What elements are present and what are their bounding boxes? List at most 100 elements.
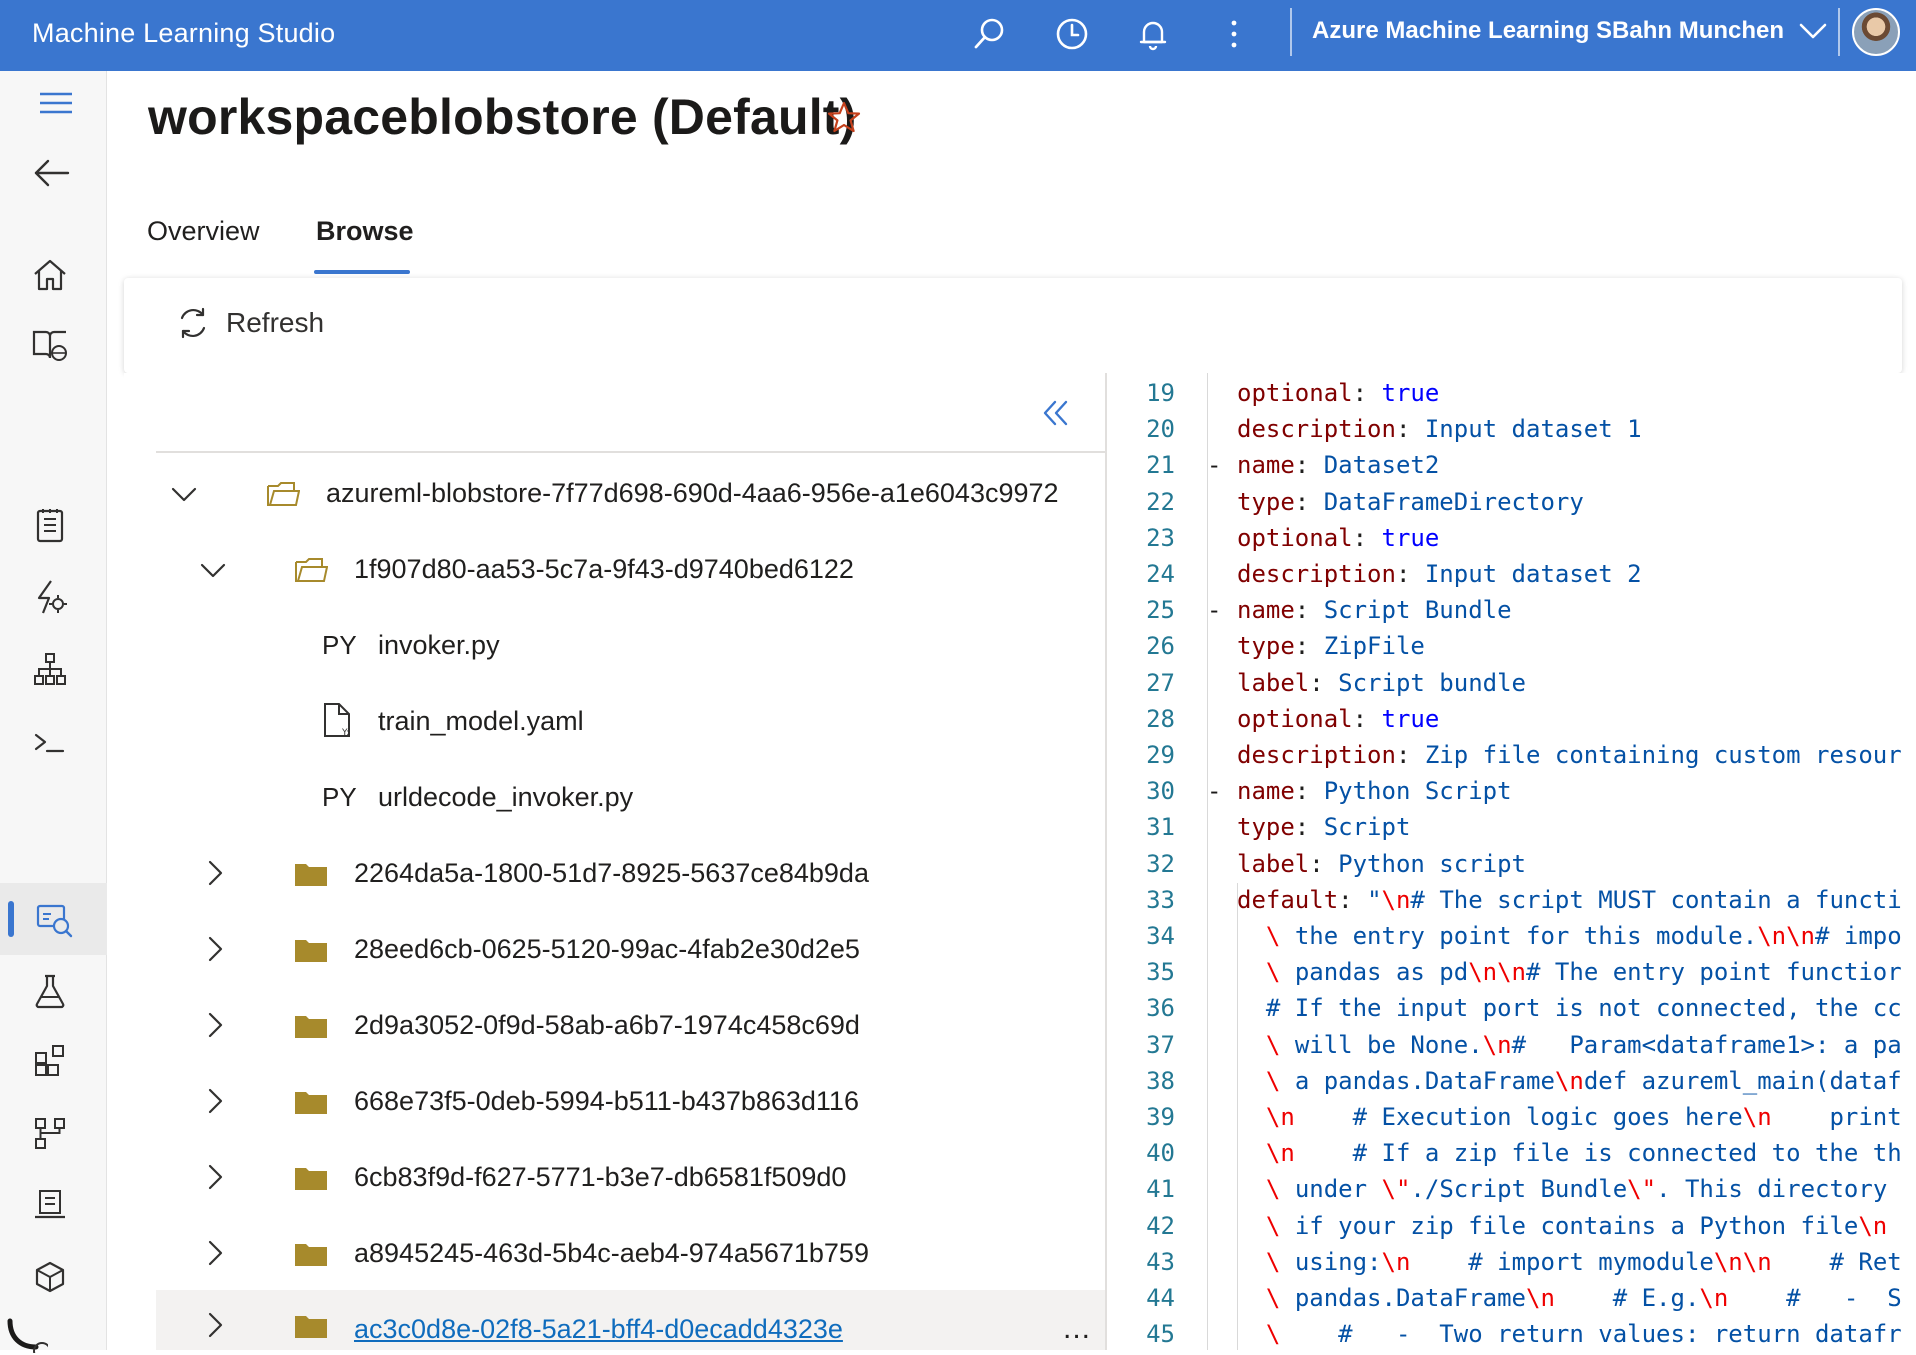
- back-arrow-icon[interactable]: [30, 151, 74, 195]
- tree-row[interactable]: ac3c0d8e-02f8-5a21-bff4-d0ecadd4323e ...: [156, 1290, 1105, 1350]
- code-line: 38 \ a pandas.DataFrame\ndef azureml_mai…: [1107, 1067, 1916, 1103]
- pipelines-icon[interactable]: [28, 1111, 72, 1155]
- tree-row[interactable]: a8945245-463d-5b4c-aeb4-974a5671b759: [156, 1216, 1105, 1292]
- chevron-right-icon[interactable]: [200, 1086, 230, 1116]
- line-number: 39: [1146, 1103, 1175, 1131]
- jobs-icon[interactable]: [28, 969, 72, 1013]
- tree-row[interactable]: azureml-blobstore-7f77d698-690d-4aa6-956…: [156, 456, 1105, 532]
- app-title[interactable]: Machine Learning Studio: [32, 18, 335, 49]
- refresh-button[interactable]: Refresh: [176, 306, 324, 340]
- line-number: 21: [1146, 451, 1175, 480]
- line-number: 37: [1146, 1030, 1175, 1059]
- history-icon[interactable]: [1052, 14, 1092, 54]
- command-bar: Refresh: [124, 278, 1902, 373]
- tree-row[interactable]: 28eed6cb-0625-5120-99ac-4fab2e30d2e5: [156, 912, 1105, 988]
- model-catalog-icon[interactable]: [28, 323, 72, 367]
- chevron-right-icon[interactable]: [200, 1310, 230, 1340]
- code-text: optional: true: [1237, 379, 1440, 407]
- tab-overview[interactable]: Overview: [147, 216, 260, 247]
- code-text: \ pandas.DataFrame\n # E.g.\n # - S: [1265, 1284, 1902, 1312]
- nav-active-indicator: [8, 901, 14, 937]
- line-number: 30: [1146, 777, 1175, 806]
- fold-marker[interactable]: -: [1207, 451, 1221, 479]
- tree-row[interactable]: PY invoker.py: [156, 608, 1105, 684]
- code-text: label: Python script: [1237, 849, 1526, 878]
- line-number: 22: [1146, 487, 1175, 516]
- data-icon[interactable]: [32, 897, 76, 941]
- code-line: 35 \ pandas as pd\n\n# The entry point f…: [1107, 958, 1916, 994]
- more-options-icon[interactable]: ...: [1063, 1312, 1091, 1346]
- fold-marker[interactable]: -: [1207, 596, 1221, 624]
- folder-icon: [295, 1092, 327, 1114]
- collapse-pane-icon[interactable]: [1036, 394, 1074, 432]
- components-icon[interactable]: [28, 1039, 72, 1083]
- prompt-flow-icon[interactable]: [28, 721, 72, 765]
- code-line: 22 type: DataFrameDirectory: [1107, 488, 1916, 524]
- code-line: 21 - name: Dataset2: [1107, 451, 1916, 487]
- code-line: 33 default: "\n# The script MUST contain …: [1107, 886, 1916, 922]
- code-text: description: Input dataset 1: [1237, 415, 1642, 444]
- hamburger-icon[interactable]: [34, 81, 78, 125]
- bell-icon[interactable]: [1133, 14, 1173, 54]
- folder-icon: [295, 1168, 327, 1190]
- folder-icon: [295, 864, 327, 886]
- line-number: 35: [1146, 958, 1175, 987]
- favorite-star-icon[interactable]: [826, 100, 866, 140]
- tree-row[interactable]: 668e73f5-0deb-5994-b511-b437b863d116: [156, 1064, 1105, 1140]
- chevron-right-icon[interactable]: [200, 1162, 230, 1192]
- notebooks-icon[interactable]: [28, 503, 72, 547]
- refresh-label: Refresh: [226, 307, 325, 338]
- automated-ml-icon[interactable]: [28, 575, 72, 619]
- chevron-right-icon[interactable]: [200, 1010, 230, 1040]
- endpoints-icon[interactable]: [4, 1311, 48, 1355]
- refresh-icon: [180, 307, 206, 339]
- chevron-down-icon[interactable]: [169, 479, 199, 509]
- line-number: 41: [1146, 1175, 1175, 1204]
- tree-item-label: 1f907d80-aa53-5c7a-9f43-d9740bed6122: [354, 554, 854, 584]
- tree-row[interactable]: 2264da5a-1800-51d7-8925-5637ce84b9da: [156, 836, 1105, 912]
- code-text: default: "\n# The script MUST contain a …: [1237, 885, 1902, 914]
- chevron-right-icon[interactable]: [200, 1238, 230, 1268]
- search-icon[interactable]: [970, 14, 1010, 54]
- workspace-selector[interactable]: Azure Machine Learning SBahn Munchen: [1312, 17, 1828, 45]
- code-text: description: Input dataset 2: [1237, 560, 1642, 588]
- line-number: 28: [1146, 704, 1175, 733]
- code-text: \ the entry point for this module.\n\n# …: [1265, 922, 1902, 950]
- code-line: 41 \ under \"./Script Bundle\". This dir…: [1107, 1175, 1916, 1211]
- chevron-right-icon[interactable]: [200, 934, 230, 964]
- code-line: 24 description: Input dataset 2: [1107, 560, 1916, 596]
- code-viewer[interactable]: 19 optional: true 20 description: Input dat…: [1107, 373, 1916, 1350]
- tree-item-label: train_model.yaml: [378, 706, 584, 736]
- chevron-down-icon[interactable]: [198, 555, 228, 585]
- tree-item-link[interactable]: ac3c0d8e-02f8-5a21-bff4-d0ecadd4323e: [354, 1314, 843, 1345]
- tab-browse[interactable]: Browse: [316, 216, 414, 247]
- environments-icon[interactable]: [28, 1183, 72, 1227]
- code-text: label: Script bundle: [1237, 668, 1526, 697]
- designer-icon[interactable]: [28, 647, 72, 691]
- more-vertical-icon[interactable]: [1214, 14, 1254, 54]
- models-icon[interactable]: [28, 1255, 72, 1299]
- line-number: 19: [1146, 379, 1175, 407]
- page-title: workspaceblobstore (Default): [148, 89, 857, 145]
- fold-marker[interactable]: -: [1207, 777, 1221, 805]
- code-text: \ if your zip file contains a Python fil…: [1265, 1211, 1888, 1240]
- tree-row[interactable]: 1f907d80-aa53-5c7a-9f43-d9740bed6122: [156, 532, 1105, 608]
- code-line: 23 optional: true: [1107, 524, 1916, 560]
- code-line: 27 label: Script bundle: [1107, 669, 1916, 705]
- code-line: 43 \ using:\n # import mymodule\n\n # Re…: [1107, 1248, 1916, 1284]
- code-line: 36 # If the input port is not connected,…: [1107, 994, 1916, 1030]
- home-icon[interactable]: [28, 253, 72, 297]
- code-line: 19 optional: true: [1107, 379, 1916, 415]
- code-line: 42 \ if your zip file contains a Python …: [1107, 1212, 1916, 1248]
- tree-row[interactable]: Y: train_model.yaml: [156, 684, 1105, 760]
- code-line: 40 \n # If a zip file is connected to th…: [1107, 1139, 1916, 1175]
- chevron-right-icon[interactable]: [200, 858, 230, 888]
- tree-row[interactable]: PY urldecode_invoker.py: [156, 760, 1105, 836]
- avatar[interactable]: [1852, 8, 1900, 56]
- line-number: 40: [1146, 1139, 1175, 1168]
- tree-row[interactable]: 2d9a3052-0f9d-58ab-a6b7-1974c458c69d: [156, 988, 1105, 1064]
- code-line: 44 \ pandas.DataFrame\n # E.g.\n # - S: [1107, 1284, 1916, 1320]
- code-text: name: Dataset2: [1237, 451, 1440, 480]
- code-line: 28 optional: true: [1107, 705, 1916, 741]
- tree-row[interactable]: 6cb83f9d-f627-5771-b3e7-db6581f509d0: [156, 1140, 1105, 1216]
